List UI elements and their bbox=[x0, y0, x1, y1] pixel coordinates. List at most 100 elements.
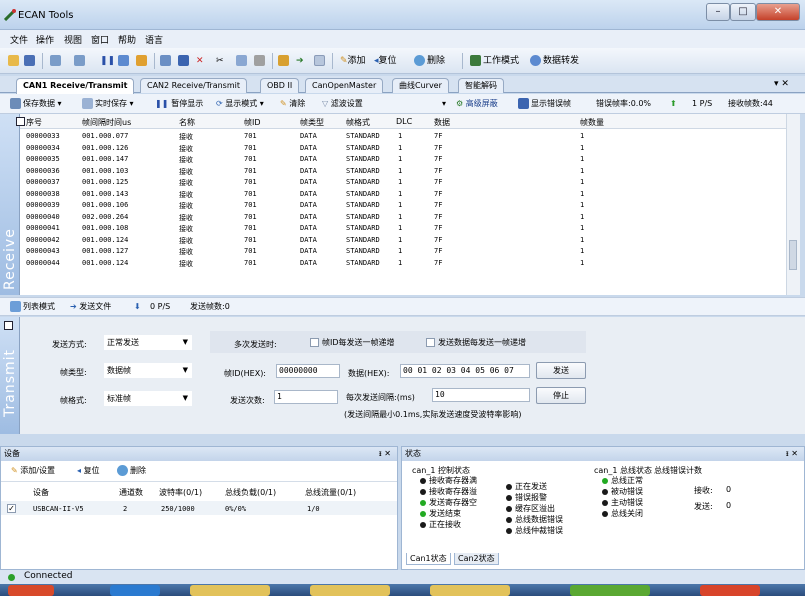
arrow-right-icon[interactable]: ➔ bbox=[296, 54, 304, 68]
pin-close-icon[interactable]: ᵻ ✕ bbox=[786, 447, 798, 461]
table-row[interactable]: 00000044 001.000.124 接收 701 DATA STANDARD 1 7F 1 bbox=[20, 257, 786, 269]
table-row[interactable]: 00000034 001.000.126 接收 701 DATA STANDARD 1 7F 1 bbox=[20, 142, 786, 154]
delete-x-icon[interactable]: ✕ bbox=[196, 54, 204, 68]
connect-icon[interactable] bbox=[50, 54, 63, 68]
work-mode-button[interactable]: 工作模式 bbox=[470, 54, 519, 68]
pin-close-icon[interactable]: ᵻ ✕ bbox=[379, 447, 391, 461]
pause-icon[interactable]: ❚❚ bbox=[100, 54, 115, 68]
send-file-button[interactable]: ➔ 发送文件 bbox=[70, 301, 111, 313]
display-mode-button[interactable]: ⟳ 显示模式 ▾ bbox=[216, 98, 264, 110]
frame-id-input[interactable]: 00000000 bbox=[276, 364, 340, 378]
transmit-panel-toggle[interactable] bbox=[4, 321, 13, 330]
save-data-button[interactable]: 保存数据 ▾ bbox=[10, 98, 62, 110]
cut-icon[interactable]: ✂ bbox=[216, 54, 224, 68]
menu-window[interactable]: 窗口 bbox=[91, 33, 109, 46]
save-icon[interactable] bbox=[24, 54, 37, 68]
tab-can1-status[interactable]: Can1状态 bbox=[406, 553, 451, 565]
menu-help[interactable]: 帮助 bbox=[118, 33, 136, 46]
grid-icon[interactable] bbox=[278, 54, 291, 68]
interval-input[interactable]: 10 bbox=[432, 388, 530, 402]
table-row[interactable]: 00000040 002.000.264 接收 701 DATA STANDARD 1 7F 1 bbox=[20, 211, 786, 223]
copy-icon[interactable] bbox=[236, 54, 249, 68]
receive-table[interactable]: 序号 帧间隔时间us 名称 帧ID 帧类型 帧格式 DLC 数据 帧数量 000… bbox=[20, 114, 786, 295]
menu-view[interactable]: 视图 bbox=[64, 33, 82, 46]
list-mode-button[interactable]: 列表模式 bbox=[10, 301, 55, 313]
open-icon[interactable] bbox=[8, 54, 21, 68]
maximize-button[interactable]: □ bbox=[730, 3, 756, 21]
tab-can1[interactable]: CAN1 Receive/Transmit bbox=[16, 78, 135, 94]
table-row[interactable]: 00000042 001.000.124 接收 701 DATA STANDARD 1 7F 1 bbox=[20, 234, 786, 246]
taskbar-app-4[interactable] bbox=[310, 585, 390, 596]
frame-format-select[interactable]: 标准帧 ▼ bbox=[104, 391, 192, 406]
table-row[interactable]: 00000038 001.000.143 接收 701 DATA STANDARD 1 7F 1 bbox=[20, 188, 786, 200]
menu-operate[interactable]: 操作 bbox=[36, 33, 54, 46]
frame-type-select[interactable]: 数据帧 ▼ bbox=[104, 363, 192, 378]
tab-obd[interactable]: OBD II bbox=[260, 78, 300, 93]
receive-scroll-thumb[interactable] bbox=[789, 240, 797, 270]
edit-icon[interactable] bbox=[160, 54, 173, 68]
reset-button[interactable]: ◂复位 bbox=[374, 54, 397, 68]
send-count-input[interactable]: 1 bbox=[274, 390, 338, 404]
menu-language[interactable]: 语言 bbox=[145, 33, 163, 46]
send-button[interactable]: 发送 bbox=[536, 362, 586, 379]
device-delete-button[interactable]: 删除 bbox=[117, 465, 146, 476]
tab-curve[interactable]: 曲线Curver bbox=[392, 78, 449, 93]
tab-canopen[interactable]: CanOpenMaster bbox=[305, 78, 384, 93]
device-add-button[interactable]: ✎ 添加/设置 bbox=[11, 465, 55, 476]
table-cell: 701 bbox=[244, 235, 257, 244]
inc-id-checkbox[interactable]: 帧ID每发送一帧递增 bbox=[310, 337, 395, 348]
show-error-frames-button[interactable]: 显示错误帧 bbox=[518, 98, 571, 110]
minimize-button[interactable]: – bbox=[706, 3, 730, 21]
realtime-save-button[interactable]: 实时保存 ▾ bbox=[82, 98, 134, 110]
minus-icon[interactable] bbox=[314, 54, 327, 68]
table-cell: 1 bbox=[398, 155, 403, 163]
table-row[interactable]: 00000036 001.000.103 接收 701 DATA STANDARD 1 7F 1 bbox=[20, 165, 786, 177]
receive-panel-toggle[interactable] bbox=[16, 117, 25, 126]
data-forward-button[interactable]: 数据转发 bbox=[530, 54, 579, 68]
data-hex-input[interactable]: 00 01 02 03 04 05 06 07 bbox=[400, 364, 530, 378]
taskbar-app-3[interactable] bbox=[190, 585, 270, 596]
table-cell: STANDARD bbox=[346, 258, 380, 267]
menu-file[interactable]: 文件 bbox=[10, 33, 28, 46]
taskbar-app-6[interactable] bbox=[570, 585, 650, 596]
delete-button[interactable]: 删除 bbox=[414, 54, 445, 68]
error-count-title: 总线错误计数 bbox=[654, 466, 702, 475]
table-row[interactable]: 00000035 001.000.147 接收 701 DATA STANDARD 1 7F 1 bbox=[20, 153, 786, 165]
tab-can2[interactable]: CAN2 Receive/Transmit bbox=[140, 78, 247, 93]
pause-display-button[interactable]: ❚❚ 暂停显示 bbox=[155, 98, 203, 110]
taskbar-app-2[interactable] bbox=[110, 585, 160, 596]
taskbar-app-5[interactable] bbox=[430, 585, 510, 596]
table-row[interactable]: 00000041 001.000.108 接收 701 DATA STANDARD 1 7F 1 bbox=[20, 222, 786, 234]
device-reset-button[interactable]: ◂ 复位 bbox=[77, 465, 100, 476]
filter-settings-button[interactable]: ▽ 滤波设置 bbox=[322, 98, 363, 110]
table-cell: 接收 bbox=[179, 225, 193, 233]
taskbar-app-1[interactable] bbox=[8, 585, 54, 596]
close-button[interactable]: ✕ bbox=[756, 3, 800, 21]
clear-button[interactable]: ✎ 清除 bbox=[280, 98, 305, 110]
stop-button[interactable]: 停止 bbox=[536, 387, 586, 404]
paste-icon[interactable] bbox=[254, 54, 267, 68]
table-row[interactable]: 00000043 001.000.127 接收 701 DATA STANDARD 1 7F 1 bbox=[20, 245, 786, 257]
status-dot-icon bbox=[420, 477, 426, 484]
disconnect-icon[interactable] bbox=[74, 54, 87, 68]
pen-icon[interactable] bbox=[136, 54, 149, 68]
advanced-mask-button[interactable]: ⚙ 高级屏蔽 bbox=[456, 98, 498, 110]
refresh-icon[interactable] bbox=[118, 54, 131, 68]
taskbar-app-7[interactable] bbox=[700, 585, 760, 596]
add-button[interactable]: ✎添加 bbox=[340, 54, 366, 68]
table-row[interactable]: 00000039 001.000.106 接收 701 DATA STANDARD 1 7F 1 bbox=[20, 199, 786, 211]
table-cell: STANDARD bbox=[346, 235, 380, 244]
col-frame-id: 帧ID bbox=[244, 118, 261, 127]
pointer-icon[interactable] bbox=[178, 54, 191, 68]
tab-smart-decode[interactable]: 智能解码 bbox=[458, 78, 504, 93]
table-row[interactable]: 00000033 001.000.077 接收 701 DATA STANDARD 1 7F 1 bbox=[20, 130, 786, 142]
tab-can2-status[interactable]: Can2状态 bbox=[454, 553, 499, 565]
table-row[interactable]: 00000037 001.000.125 接收 701 DATA STANDARD 1 7F 1 bbox=[20, 176, 786, 188]
inc-data-checkbox[interactable]: 发送数据每发送一帧递增 bbox=[426, 337, 526, 348]
send-mode-select[interactable]: 正常发送 ▼ bbox=[104, 335, 192, 350]
dropdown-arrow-icon[interactable]: ▾ bbox=[442, 98, 446, 110]
table-cell: 701 bbox=[244, 189, 257, 198]
receive-toolbar: 保存数据 ▾ 实时保存 ▾ ❚❚ 暂停显示 ⟳ 显示模式 ▾ ✎ 清除 ▽ 滤波… bbox=[0, 94, 805, 114]
tab-close-icon[interactable]: ▾ ✕ bbox=[774, 79, 789, 89]
device-row-checkbox[interactable]: ✓ bbox=[7, 504, 16, 513]
